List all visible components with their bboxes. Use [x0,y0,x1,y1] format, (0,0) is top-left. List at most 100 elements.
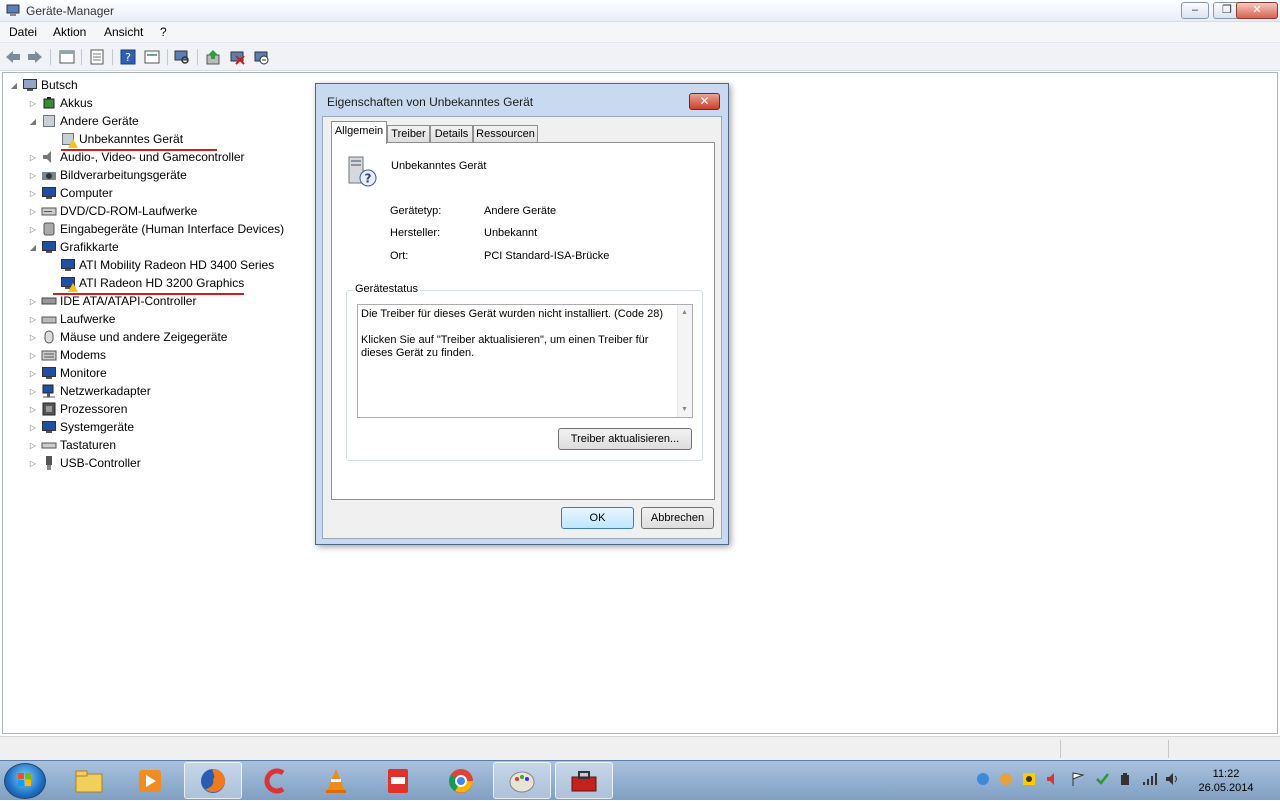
taskbar-chrome[interactable] [432,762,490,799]
tray-network-icon[interactable] [975,771,991,787]
tray-flag-icon[interactable] [1070,771,1086,787]
expand-icon[interactable]: ▷ [28,387,38,396]
svg-text:?: ? [365,172,372,186]
tree-item-dvd[interactable]: ▷ DVD/CD-ROM-Laufwerke [28,202,197,220]
tree-item-ati-radeon[interactable]: ATI Radeon HD 3200 Graphics [47,274,244,292]
properties-icon[interactable] [88,48,106,66]
close-button[interactable]: ✕ [1236,2,1278,19]
disable-icon[interactable] [252,48,270,66]
expand-icon[interactable]: ▷ [28,405,38,414]
forward-icon[interactable] [26,48,44,66]
tree-item-ati-mobility[interactable]: ATI Mobility Radeon HD 3400 Series [47,256,274,274]
tree-item-label: USB-Controller [60,456,141,470]
menu-datei[interactable]: Datei [9,25,37,39]
taskbar-media-player[interactable] [121,762,179,799]
cancel-button[interactable]: Abbrechen [641,507,714,529]
keyboard-icon [41,437,57,453]
tree-item-usb[interactable]: ▷ USB-Controller [28,454,141,472]
scroll-up-icon[interactable]: ▲ [681,309,688,316]
tree-item-monitore[interactable]: ▷ Monitore [28,364,107,382]
tree-item-netzwerkadapter[interactable]: ▷ Netzwerkadapter [28,382,151,400]
tree-root[interactable]: ◢ Butsch [9,76,78,94]
expand-icon[interactable]: ▷ [28,369,38,378]
tree-item-computer[interactable]: ▷ Computer [28,184,113,202]
camera-icon [41,167,57,183]
scan-icon[interactable] [173,48,191,66]
device-status-textbox[interactable]: Die Treiber für dieses Gerät wurden nich… [357,304,693,418]
tree-item-audio[interactable]: ▷ Audio-, Video- und Gamecontroller [28,148,245,166]
help-icon[interactable]: ? [119,48,137,66]
taskbar-vlc[interactable] [307,762,365,799]
expand-icon[interactable]: ▷ [28,153,38,162]
expand-icon[interactable]: ▷ [28,351,38,360]
tray-volume-icon[interactable] [1164,771,1180,787]
tab-ressourcen[interactable]: Ressourcen [473,125,538,143]
expand-icon[interactable]: ▷ [28,441,38,450]
update-driver-icon[interactable] [204,48,222,66]
taskbar-firefox[interactable] [184,762,242,799]
tree-item-akkus[interactable]: ▷ Akkus [28,94,93,112]
tree-item-grafikkarte[interactable]: ◢ Grafikkarte [28,238,119,256]
tree-item-eingabegeraete[interactable]: ▷ Eingabegeräte (Human Interface Devices… [28,220,284,238]
tree-item-label: Netzwerkadapter [60,384,151,398]
expand-icon[interactable]: ▷ [28,297,38,306]
clock-date: 26.05.2014 [1198,782,1254,794]
tree-item-tastaturen[interactable]: ▷ Tastaturen [28,436,116,454]
tree-item-label: Prozessoren [60,402,128,416]
menu-ansicht[interactable]: Ansicht [104,25,143,39]
tree-item-systemgeraete[interactable]: ▷ Systemgeräte [28,418,134,436]
tab-treiber[interactable]: Treiber [387,125,430,143]
display-adapter-icon [60,257,76,273]
expand-icon[interactable]: ▷ [28,225,38,234]
expand-icon[interactable]: ▷ [28,207,38,216]
taskbar-toolbox[interactable] [555,762,613,799]
expand-icon[interactable]: ▷ [28,423,38,432]
collapse-icon[interactable]: ◢ [28,243,38,252]
uninstall-icon[interactable] [228,48,246,66]
expand-icon[interactable]: ▷ [28,315,38,324]
list-icon[interactable] [143,48,161,66]
start-button[interactable] [4,763,46,799]
expand-icon[interactable]: ▷ [28,333,38,342]
device-manager-icon [6,4,20,16]
update-driver-button[interactable]: Treiber aktualisieren... [558,428,692,450]
taskbar-ccleaner[interactable] [246,762,304,799]
scroll-down-icon[interactable]: ▼ [681,406,688,413]
taskbar-explorer[interactable] [60,762,118,799]
menu-help[interactable]: ? [160,25,167,39]
menu-aktion[interactable]: Aktion [53,25,86,39]
tab-allgemein[interactable]: Allgemein [331,121,387,144]
tree-item-maeuse[interactable]: ▷ Mäuse und andere Zeigegeräte [28,328,228,346]
tray-security-icon[interactable] [1094,771,1110,787]
collapse-icon[interactable]: ◢ [9,81,19,90]
tree-item-bildverarbeitung[interactable]: ▷ Bildverarbeitungsgeräte [28,166,187,184]
ok-button[interactable]: OK [561,507,634,529]
tray-antivirus-icon[interactable] [1021,771,1037,787]
minimize-button[interactable]: – [1181,2,1209,19]
collapse-icon[interactable]: ◢ [28,117,38,126]
folder-icon [75,770,103,792]
expand-icon[interactable]: ▷ [28,189,38,198]
tab-details[interactable]: Details [430,125,473,143]
tree-item-prozessoren[interactable]: ▷ Prozessoren [28,400,127,418]
tray-hand-icon[interactable] [998,771,1014,787]
tree-item-laufwerke[interactable]: ▷ Laufwerke [28,310,115,328]
tray-power-icon[interactable] [1117,771,1133,787]
tree-item-ide[interactable]: ▷ IDE ATA/ATAPI-Controller [28,292,197,310]
tree-item-modems[interactable]: ▷ Modems [28,346,106,364]
tree-item-unbekanntes-geraet[interactable]: Unbekanntes Gerät [47,130,183,148]
tray-signal-icon[interactable] [1141,771,1157,787]
tray-speaker-icon[interactable] [1045,771,1061,787]
textbox-scrollbar[interactable]: ▲ ▼ [677,305,692,417]
taskbar-pdf[interactable] [369,762,427,799]
back-icon[interactable] [4,48,22,66]
dialog-close-button[interactable]: ✕ [689,93,720,110]
taskbar-paint[interactable] [493,762,551,799]
mouse-icon [41,329,57,345]
view-icon[interactable] [58,48,76,66]
taskbar-clock[interactable]: 11:22 26.05.2014 [1188,767,1264,795]
expand-icon[interactable]: ▷ [28,99,38,108]
tree-item-andere-geraete[interactable]: ◢ Andere Geräte [28,112,139,130]
expand-icon[interactable]: ▷ [28,459,38,468]
expand-icon[interactable]: ▷ [28,171,38,180]
